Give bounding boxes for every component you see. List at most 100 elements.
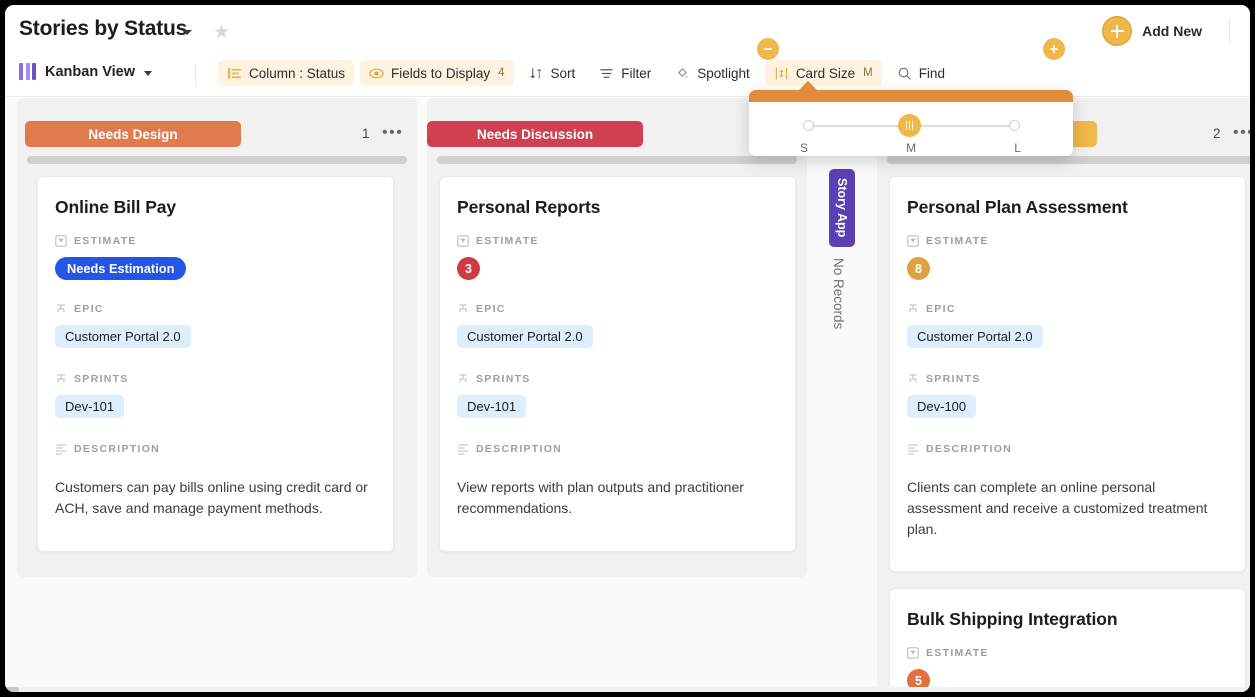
card-estimate-value: Needs Estimation bbox=[55, 257, 187, 280]
card-field-sprints: SPRINTS Dev-100 bbox=[907, 373, 981, 418]
view-label: Kanban View bbox=[45, 63, 135, 80]
estimate-icon bbox=[55, 235, 67, 247]
card-field-estimate: ESTIMATE 8 bbox=[907, 235, 989, 280]
spotlight-icon bbox=[678, 67, 688, 78]
toolbar-column-status[interactable]: Column : Status bbox=[218, 60, 355, 86]
field-label-description: DESCRIPTION bbox=[926, 443, 1013, 455]
toolbar-fields-label: Fields to Display bbox=[391, 65, 491, 81]
scrollbar-thumb[interactable] bbox=[5, 687, 19, 692]
field-label-sprints: SPRINTS bbox=[926, 373, 981, 385]
card-field-description: DESCRIPTION bbox=[55, 443, 160, 465]
search-icon bbox=[898, 67, 911, 80]
epic-icon bbox=[459, 304, 467, 312]
card-field-epic: EPIC Customer Portal 2.0 bbox=[55, 303, 191, 348]
column-empty-text: No Records bbox=[831, 258, 846, 330]
plus-icon bbox=[1102, 16, 1133, 46]
epic-icon bbox=[909, 304, 917, 312]
toolbar-find[interactable]: Find bbox=[888, 60, 954, 86]
card-epic-value: Customer Portal 2.0 bbox=[907, 325, 1043, 348]
filter-icon bbox=[600, 68, 613, 78]
card-personal-plan-assessment[interactable]: Personal Plan Assessment ESTIMATE 8 EPIC… bbox=[889, 176, 1246, 572]
popover-arrow bbox=[797, 81, 819, 92]
card-size-icon bbox=[775, 67, 788, 79]
column-drag-handle[interactable] bbox=[437, 156, 797, 164]
columns-icon bbox=[227, 67, 241, 79]
field-label-epic: EPIC bbox=[926, 303, 956, 315]
chevron-down-icon bbox=[143, 70, 152, 76]
slider-label-m: M bbox=[906, 141, 917, 155]
view-switcher[interactable]: Kanban View bbox=[19, 63, 152, 80]
field-label-description: DESCRIPTION bbox=[476, 443, 563, 455]
star-icon[interactable]: ★ bbox=[213, 23, 230, 42]
fields-count-badge: 4 bbox=[498, 67, 505, 79]
card-title: Personal Plan Assessment bbox=[907, 197, 1128, 217]
card-size-increase-button[interactable]: + bbox=[1043, 38, 1065, 60]
card-sprints-value: Dev-100 bbox=[907, 395, 977, 418]
add-new-button[interactable]: Add New bbox=[1102, 16, 1202, 46]
column-count-fourth: 2 bbox=[1213, 126, 1221, 141]
field-label-description: DESCRIPTION bbox=[74, 443, 161, 455]
card-online-bill-pay[interactable]: Online Bill Pay ESTIMATE Needs Estimatio… bbox=[37, 176, 394, 552]
card-size-slider[interactable]: S M L bbox=[800, 114, 1021, 155]
app-window: Stories by Status ★ Add New Kanban View bbox=[5, 5, 1250, 692]
kanban-icon bbox=[19, 63, 36, 80]
kanban-board: Needs Design 1 ••• Needs Discussion 2 ••… bbox=[5, 98, 1250, 692]
slider-stop-small[interactable] bbox=[803, 120, 814, 131]
card-size-value-badge: M bbox=[863, 67, 873, 79]
column-header-story-app[interactable]: Story App bbox=[829, 169, 855, 247]
column-drag-handle[interactable] bbox=[887, 156, 1250, 164]
column-header-needs-discussion[interactable]: Needs Discussion bbox=[427, 121, 643, 147]
page-title: Stories by Status bbox=[19, 17, 188, 40]
toolbar-filter[interactable]: Filter bbox=[590, 60, 660, 86]
column-header-needs-design[interactable]: Needs Design bbox=[25, 121, 241, 147]
card-personal-reports[interactable]: Personal Reports ESTIMATE 3 EPIC Custome… bbox=[439, 176, 796, 552]
card-field-estimate: ESTIMATE 5 bbox=[907, 647, 989, 692]
estimate-icon bbox=[907, 235, 919, 247]
toolbar-card-size[interactable]: Card Size M bbox=[764, 60, 882, 86]
column-menu-fourth[interactable]: ••• bbox=[1233, 124, 1250, 142]
field-label-epic: EPIC bbox=[74, 303, 104, 315]
title-dropdown-caret-icon[interactable] bbox=[182, 30, 192, 35]
toolbar-sort[interactable]: Sort bbox=[520, 60, 585, 86]
toolbar-spotlight-label: Spotlight bbox=[697, 65, 750, 81]
sort-icon bbox=[529, 67, 542, 79]
field-label-estimate: ESTIMATE bbox=[926, 647, 989, 659]
card-sprints-value: Dev-101 bbox=[457, 395, 527, 418]
card-size-decrease-button[interactable]: − bbox=[757, 38, 779, 60]
slider-stop-large[interactable] bbox=[1009, 120, 1020, 131]
toolbar-fields-to-display[interactable]: Fields to Display 4 bbox=[360, 60, 514, 86]
column-count-needs-design: 1 bbox=[362, 126, 370, 141]
card-field-description: DESCRIPTION bbox=[457, 443, 562, 465]
card-field-sprints: SPRINTS Dev-101 bbox=[457, 373, 531, 418]
card-description-value: Customers can pay bills online using cre… bbox=[55, 479, 368, 516]
card-bulk-shipping-integration[interactable]: Bulk Shipping Integration ESTIMATE 5 bbox=[889, 588, 1246, 692]
horizontal-scrollbar[interactable] bbox=[5, 687, 1250, 692]
card-title: Personal Reports bbox=[457, 197, 601, 217]
slider-label-l: L bbox=[1014, 141, 1021, 155]
estimate-icon bbox=[907, 647, 919, 659]
slider-thumb[interactable] bbox=[898, 114, 921, 137]
toolbar-filter-label: Filter bbox=[621, 65, 652, 81]
card-estimate-value: 8 bbox=[907, 257, 930, 280]
toolbar-card-size-label: Card Size bbox=[795, 65, 856, 81]
card-field-estimate: ESTIMATE Needs Estimation bbox=[55, 235, 187, 280]
card-epic-value: Customer Portal 2.0 bbox=[55, 325, 191, 348]
toolbar-spotlight[interactable]: Spotlight bbox=[666, 60, 759, 86]
card-field-epic: EPIC Customer Portal 2.0 bbox=[457, 303, 593, 348]
field-label-epic: EPIC bbox=[476, 303, 506, 315]
column-story-app-collapsed[interactable]: Story App No Records bbox=[817, 98, 869, 692]
field-label-estimate: ESTIMATE bbox=[476, 235, 539, 247]
card-sprints-value: Dev-101 bbox=[55, 395, 125, 418]
toolbar-items: Column : Status Fields to Display 4 Sort bbox=[218, 60, 960, 86]
card-description-value: Clients can complete an online personal … bbox=[907, 479, 1208, 537]
card-field-estimate: ESTIMATE 3 bbox=[457, 235, 539, 280]
field-label-estimate: ESTIMATE bbox=[74, 235, 137, 247]
card-description-value: View reports with plan outputs and pract… bbox=[457, 479, 744, 516]
epic-icon bbox=[57, 304, 65, 312]
column-menu-needs-design[interactable]: ••• bbox=[382, 124, 403, 142]
column-drag-handle[interactable] bbox=[27, 156, 407, 164]
toolbar-find-label: Find bbox=[918, 65, 945, 81]
toolbar-sort-label: Sort bbox=[550, 65, 576, 81]
estimate-icon bbox=[457, 235, 469, 247]
card-field-epic: EPIC Customer Portal 2.0 bbox=[907, 303, 1043, 348]
